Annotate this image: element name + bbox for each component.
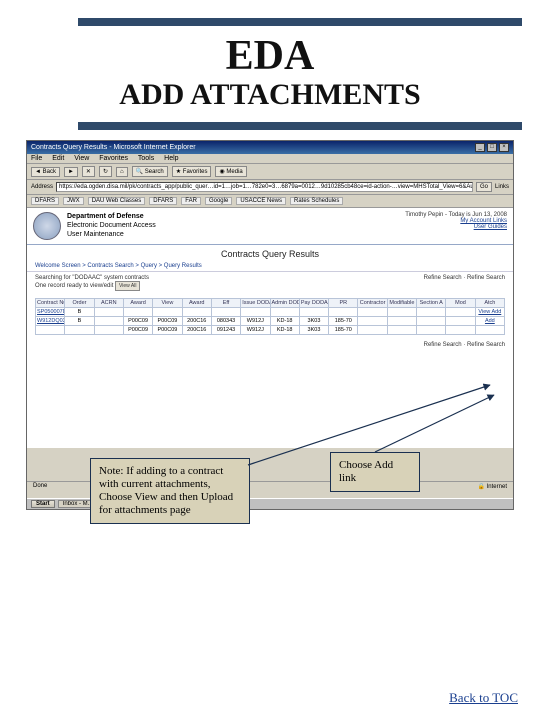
refine-search-bottom[interactable]: Refine Search · Refine Search: [424, 342, 505, 348]
status-done: Done: [33, 483, 47, 490]
address-input[interactable]: https://eda.ogden.disa.mil/pk/contracts_…: [56, 182, 473, 192]
menu-tools[interactable]: Tools: [138, 155, 154, 162]
page-heading: Contracts Query Results: [27, 249, 513, 259]
link-dfars[interactable]: DFARS: [31, 197, 59, 205]
view-all-button[interactable]: View All: [115, 281, 140, 291]
back-button[interactable]: ◄ Back: [31, 167, 60, 177]
user-guides-link[interactable]: User Guides: [405, 224, 507, 230]
forward-button[interactable]: ►: [64, 167, 78, 177]
link-far[interactable]: FAR: [181, 197, 201, 205]
dept-line3: User Maintenance: [67, 230, 156, 239]
link-rates[interactable]: Rates Schedules: [290, 197, 343, 205]
maximize-button[interactable]: □: [487, 143, 497, 152]
menu-help[interactable]: Help: [164, 155, 178, 162]
close-button[interactable]: ×: [499, 143, 509, 152]
search-button[interactable]: 🔍 Search: [132, 166, 168, 177]
top-rule: [78, 18, 522, 26]
nav-toolbar: ◄ Back ► ✕ ↻ ⌂ 🔍 Search ★ Favorites ◉ Me…: [27, 164, 513, 180]
link-usacce[interactable]: USACCE News: [236, 197, 286, 205]
table-header-row: Contract Number Order ACRN Award View Aw…: [36, 299, 505, 308]
dept-line2: Electronic Document Access: [67, 221, 156, 230]
slide-title: EDA: [18, 32, 522, 80]
favorites-button[interactable]: ★ Favorites: [172, 166, 212, 177]
links-toolbar: DFARS JWX DAU Web Classes DFARS FAR Goog…: [27, 195, 513, 208]
link-google[interactable]: Google: [205, 197, 232, 205]
breadcrumb: Welcome Screen > Contracts Search > Quer…: [27, 261, 513, 272]
address-bar: Address https://eda.ogden.disa.mil/pk/co…: [27, 180, 513, 195]
link-jwx[interactable]: JWX: [63, 197, 84, 205]
stop-button[interactable]: ✕: [82, 166, 95, 177]
table-row: P00C09 P00C09 200C16 091243 W912J KD-18 …: [36, 326, 505, 335]
go-button[interactable]: Go: [476, 182, 492, 192]
callout-add: Choose Add link: [330, 452, 420, 492]
window-titlebar: Contracts Query Results - Microsoft Inte…: [27, 141, 513, 154]
home-button[interactable]: ⌂: [116, 167, 128, 177]
dod-seal-icon: [33, 212, 61, 240]
media-button[interactable]: ◉ Media: [215, 166, 246, 177]
page-content: Department of Defense Electronic Documen…: [27, 208, 513, 448]
dept-line1: Department of Defense: [67, 212, 156, 221]
status-zone: 🔒 Internet: [478, 483, 508, 490]
menu-file[interactable]: File: [31, 155, 42, 162]
embedded-screenshot: Contracts Query Results - Microsoft Inte…: [26, 140, 514, 510]
menu-view[interactable]: View: [74, 155, 89, 162]
menu-bar: File Edit View Favorites Tools Help: [27, 154, 513, 164]
table-row: SP050007D0019 B: [36, 308, 505, 317]
mid-rule: [78, 122, 522, 130]
refresh-button[interactable]: ↻: [99, 166, 112, 177]
start-button[interactable]: Start: [31, 500, 55, 508]
menu-favorites[interactable]: Favorites: [99, 155, 128, 162]
slide-subtitle: ADD ATTACHMENTS: [18, 78, 522, 112]
links-label: Links: [495, 184, 509, 190]
view-add-link[interactable]: View Add: [475, 308, 504, 317]
results-table: Contract Number Order ACRN Award View Aw…: [35, 298, 505, 335]
callout-note: Note: If adding to a contract with curre…: [90, 458, 250, 524]
add-link[interactable]: Add: [475, 317, 504, 326]
table-row: W912DQ03C1A B P00C09 P00C09 200C16 08034…: [36, 317, 505, 326]
window-title: Contracts Query Results - Microsoft Inte…: [31, 144, 196, 151]
contract-link[interactable]: SP050007D0019: [36, 308, 65, 317]
status-line2: One record ready to view/edit: [35, 283, 113, 289]
address-label: Address: [31, 184, 53, 190]
contract-link[interactable]: W912DQ03C1A: [36, 317, 65, 326]
link-dfars2[interactable]: DFARS: [149, 197, 177, 205]
back-to-toc-link[interactable]: Back to TOC: [449, 690, 518, 706]
menu-edit[interactable]: Edit: [52, 155, 64, 162]
minimize-button[interactable]: _: [475, 143, 485, 152]
refine-search-top[interactable]: Refine Search · Refine Search: [424, 275, 505, 291]
link-dau[interactable]: DAU Web Classes: [88, 197, 146, 205]
